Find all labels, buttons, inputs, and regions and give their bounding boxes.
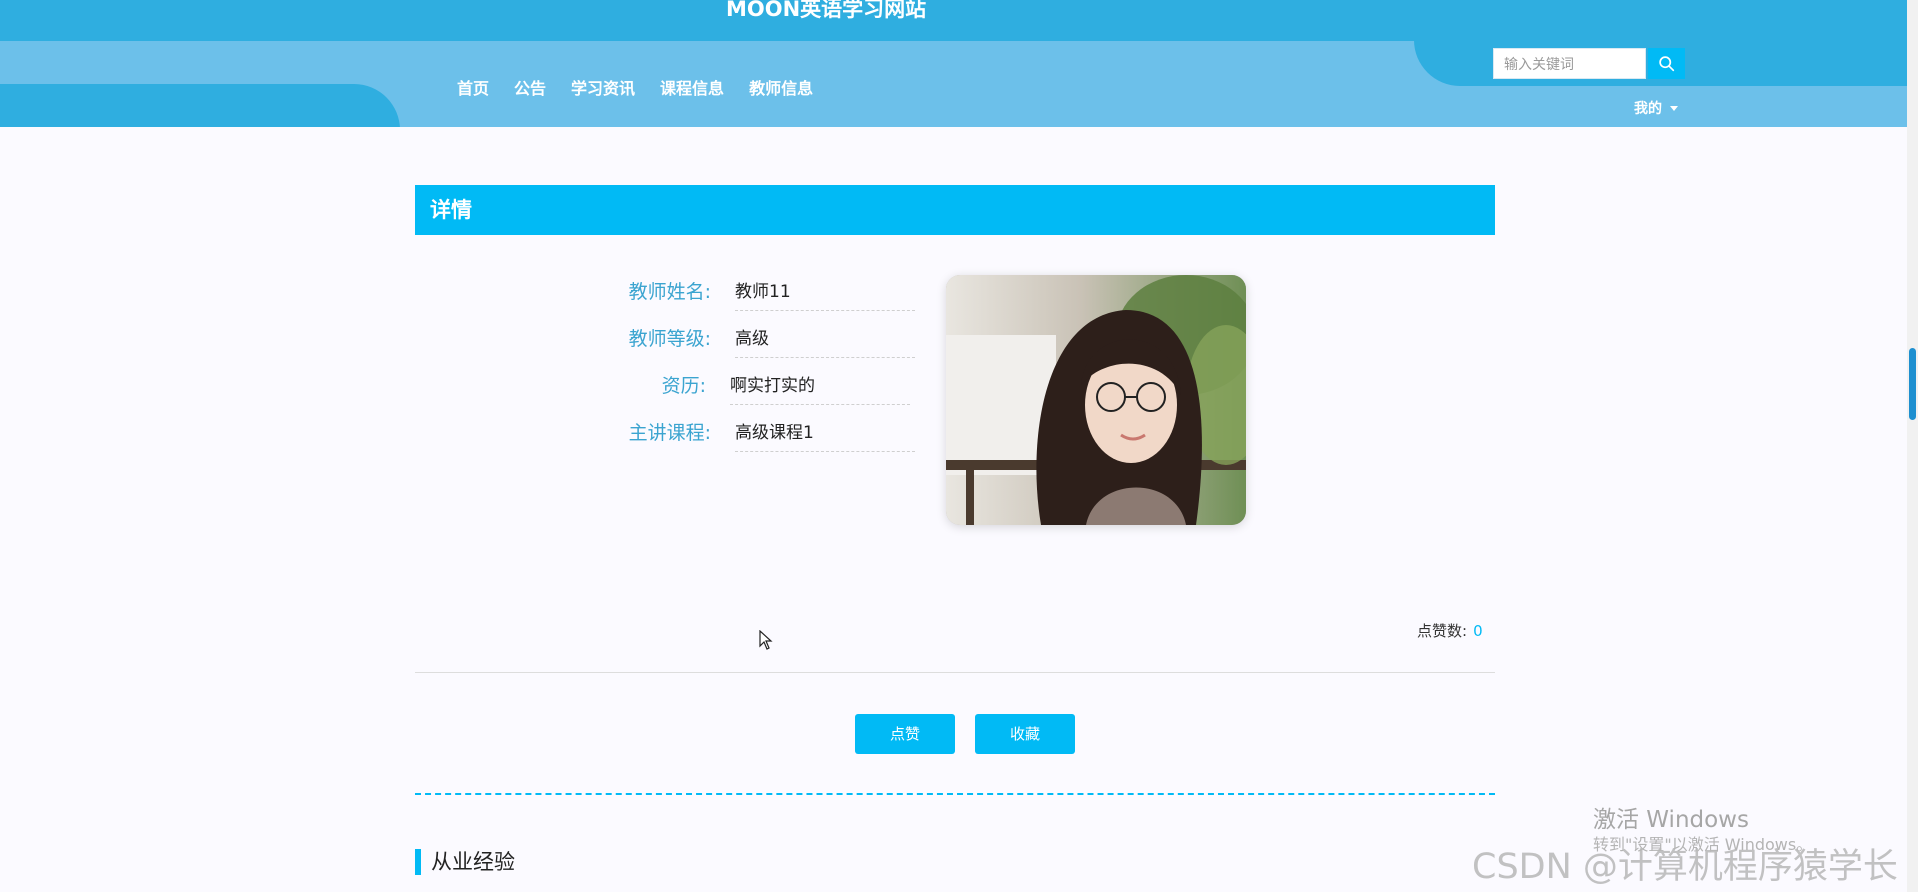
section-title-experience: 从业经验 xyxy=(415,849,515,875)
search-input[interactable] xyxy=(1493,48,1646,79)
nav-item-announcements[interactable]: 公告 xyxy=(514,75,546,99)
field-value-qualification: 啊实打实的 xyxy=(730,371,910,405)
user-menu-label: 我的 xyxy=(1634,101,1662,117)
dashed-divider xyxy=(415,793,1495,795)
field-value-main-course: 高级课程1 xyxy=(735,418,915,452)
mouse-cursor-icon xyxy=(759,630,773,650)
windows-activation-watermark: 激活 Windows xyxy=(1593,807,1749,833)
nav-item-teachers[interactable]: 教师信息 xyxy=(749,75,813,99)
chevron-down-icon xyxy=(1670,105,1678,111)
nav-item-learning-news[interactable]: 学习资讯 xyxy=(571,75,635,99)
csdn-watermark: CSDN @计算机程序猿学长 xyxy=(1472,847,1898,887)
field-value-teacher-level: 高级 xyxy=(735,324,915,358)
teacher-photo xyxy=(946,275,1246,525)
field-teacher-level: 教师等级: xyxy=(415,322,711,358)
likes-count: 0 xyxy=(1473,622,1483,640)
nav-item-home[interactable]: 首页 xyxy=(457,75,489,99)
field-label: 主讲课程: xyxy=(628,422,711,444)
search-icon xyxy=(1659,56,1675,72)
field-label: 教师等级: xyxy=(628,328,711,350)
field-label: 教师姓名: xyxy=(628,281,711,303)
likes-counter: 点赞数: 0 xyxy=(1417,620,1483,641)
field-main-course: 主讲课程: xyxy=(415,416,711,452)
main-nav: 首页 公告 学习资讯 课程信息 教师信息 xyxy=(457,75,813,99)
site-header: MOON英语学习网站 首页 公告 学习资讯 课程信息 教师信息 我的 xyxy=(0,0,1911,127)
scrollbar-thumb[interactable] xyxy=(1909,348,1916,420)
field-label: 资历: xyxy=(661,375,706,397)
header-left-decoration xyxy=(0,84,400,127)
field-qualification: 资历: xyxy=(415,369,706,405)
teacher-portrait-image xyxy=(946,275,1246,525)
favorite-button[interactable]: 收藏 xyxy=(975,714,1075,754)
page-scrollbar[interactable] xyxy=(1907,0,1918,892)
search-button[interactable] xyxy=(1648,48,1685,79)
field-teacher-name: 教师姓名: xyxy=(415,275,711,311)
detail-title: 详情 xyxy=(415,185,1495,235)
site-title[interactable]: MOON英语学习网站 xyxy=(726,0,926,23)
like-button[interactable]: 点赞 xyxy=(855,714,955,754)
user-menu[interactable]: 我的 xyxy=(1634,98,1678,118)
field-value-teacher-name: 教师11 xyxy=(735,277,915,311)
divider xyxy=(415,672,1495,673)
nav-item-courses[interactable]: 课程信息 xyxy=(660,75,724,99)
likes-label: 点赞数: xyxy=(1417,622,1468,640)
